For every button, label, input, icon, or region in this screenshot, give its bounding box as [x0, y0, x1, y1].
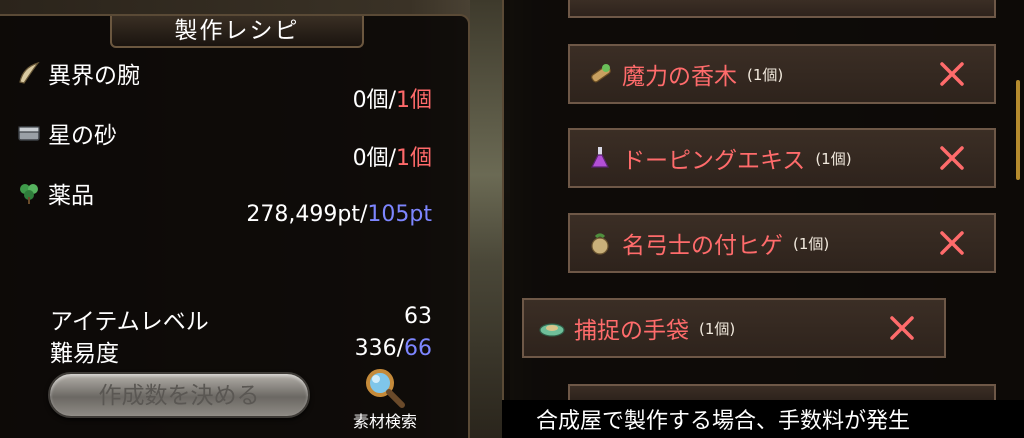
material-name: 異界の腕 [48, 63, 140, 89]
item-name: 魔力の香木 [622, 64, 737, 90]
material-row: 薬品 [16, 176, 94, 210]
item-quantity: (1個) [699, 319, 736, 338]
difficulty-have: 336/ [354, 336, 404, 361]
decide-quantity-button[interactable]: 作成数を決める [48, 372, 310, 418]
panel-title: 製作レシピ [110, 16, 364, 48]
material-row: 異界の腕 [16, 56, 140, 90]
count-need: 105pt [367, 202, 432, 227]
list-item-partial [568, 384, 996, 400]
item-quantity: (1個) [793, 234, 830, 253]
difficulty-label: 難易度 [50, 341, 119, 367]
count-have: 0個/ [352, 146, 396, 171]
material-count: 0個/1個 [353, 140, 432, 172]
material-row: 星の砂 [16, 116, 117, 150]
fee-notice-message: 合成屋で製作する場合、手数料が発生 [502, 400, 1024, 438]
close-icon[interactable] [886, 312, 918, 344]
wood-icon [591, 64, 611, 83]
item-name: 名弓士の付ヒゲ [622, 233, 783, 259]
horn-icon [19, 61, 40, 84]
material-name: 星の砂 [48, 123, 117, 149]
difficulty-value: 336/66 [355, 336, 432, 361]
count-have: 278,499pt/ [246, 202, 368, 227]
scrollbar[interactable] [1016, 80, 1020, 180]
item-level-value: 63 [404, 304, 432, 329]
sand-chest-icon [18, 126, 40, 141]
item-name: ドーピングエキス [622, 148, 806, 174]
material-count: 278,499pt/105pt [246, 202, 432, 227]
count-need: 1個 [396, 88, 432, 113]
close-icon[interactable] [936, 142, 968, 174]
difficulty-need: 66 [404, 336, 432, 361]
potion-icon [591, 147, 609, 168]
count-need: 1個 [396, 146, 432, 171]
item-name: 捕捉の手袋 [574, 318, 689, 344]
list-item-partial [568, 0, 996, 18]
list-item[interactable]: 名弓士の付ヒゲ (1個) [568, 213, 996, 273]
material-name: 薬品 [48, 183, 94, 209]
close-icon[interactable] [936, 58, 968, 90]
material-count: 0個/1個 [353, 82, 432, 114]
list-item[interactable]: 魔力の香木 (1個) [568, 44, 996, 104]
herb-icon [20, 184, 38, 204]
close-icon[interactable] [936, 227, 968, 259]
list-item[interactable]: 捕捉の手袋 (1個) [522, 298, 946, 358]
material-search-label: 素材検索 [352, 412, 417, 431]
item-level-label: アイテムレベル [50, 309, 209, 335]
item-quantity: (1個) [815, 149, 852, 168]
magnifier-icon [366, 369, 405, 408]
list-item[interactable]: ドーピングエキス (1個) [568, 128, 996, 188]
material-search-button[interactable]: 素材検索 [340, 366, 430, 432]
glove-icon [539, 323, 565, 337]
count-have: 0個/ [352, 88, 396, 113]
pouch-icon [591, 233, 609, 255]
item-quantity: (1個) [747, 65, 784, 84]
